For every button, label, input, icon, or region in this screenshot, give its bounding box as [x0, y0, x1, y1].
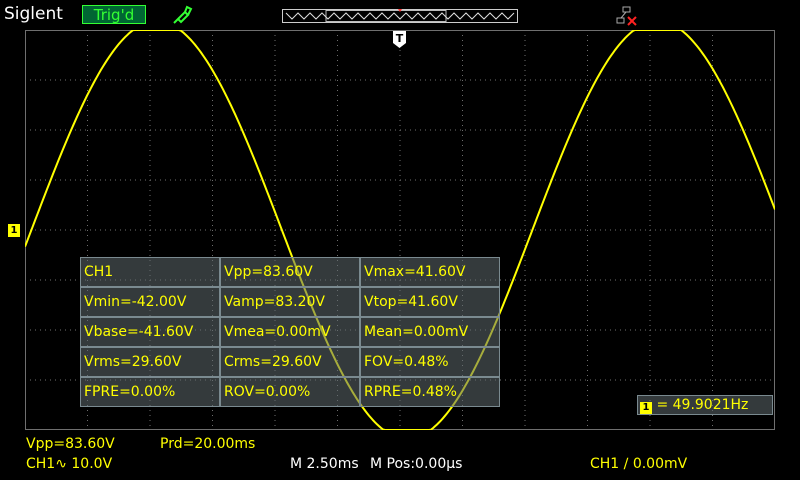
measurement-cell: Vmax=41.60V [360, 257, 500, 287]
measurement-cell: Mean=0.00mV [360, 317, 500, 347]
measurement-cell: Crms=29.60V [220, 347, 360, 377]
trigger-marker-label: T [396, 32, 404, 45]
measurement-cell: FOV=0.48% [360, 347, 500, 377]
trigger-position-marker[interactable]: T [393, 31, 406, 48]
measurement-cell: FPRE=0.00% [80, 377, 220, 407]
trigger-status-badge: Trig'd [82, 5, 146, 24]
ch1-vertical-scale[interactable]: CH1∿ 10.0V [26, 456, 112, 472]
trigger-level[interactable]: CH1 ∕ 0.00mV [590, 456, 687, 472]
footer-period: Prd=20.00ms [160, 436, 256, 452]
measurement-cell: RPRE=0.48% [360, 377, 500, 407]
measurement-cell: Vmea=0.00mV [220, 317, 360, 347]
brand-label: Siglent [4, 4, 63, 24]
measurement-cell: Vamp=83.20V [220, 287, 360, 317]
measurement-table: CH1 Vpp=83.60V Vmax=41.60V Vmin=-42.00V Vamp… [80, 257, 500, 407]
frequency-counter: 1 = 49.9021Hz [637, 395, 773, 415]
measurement-cell: Vrms=29.60V [80, 347, 220, 377]
measurement-cell: CH1 [80, 257, 220, 287]
horizontal-position[interactable]: M Pos:0.00μs [370, 456, 462, 472]
measurement-cell: Vmin=-42.00V [80, 287, 220, 317]
freq-channel-marker: 1 [640, 402, 652, 414]
footer-vpp: Vpp=83.60V [26, 436, 115, 452]
memory-position-indicator [282, 9, 518, 23]
ch1-position-marker[interactable]: 1 [8, 224, 20, 237]
measurement-cell: Vpp=83.60V [220, 257, 360, 287]
frequency-value: = 49.9021Hz [656, 397, 749, 413]
measurement-cell: Vbase=-41.60V [80, 317, 220, 347]
probe-icon [173, 5, 193, 24]
timebase-scale[interactable]: M 2.50ms [290, 456, 359, 472]
top-status-bar: Siglent Trig'd [0, 0, 800, 30]
measurement-cell: Vtop=41.60V [360, 287, 500, 317]
measurement-cell: ROV=0.00% [220, 377, 360, 407]
network-disconnected-icon [616, 6, 637, 26]
